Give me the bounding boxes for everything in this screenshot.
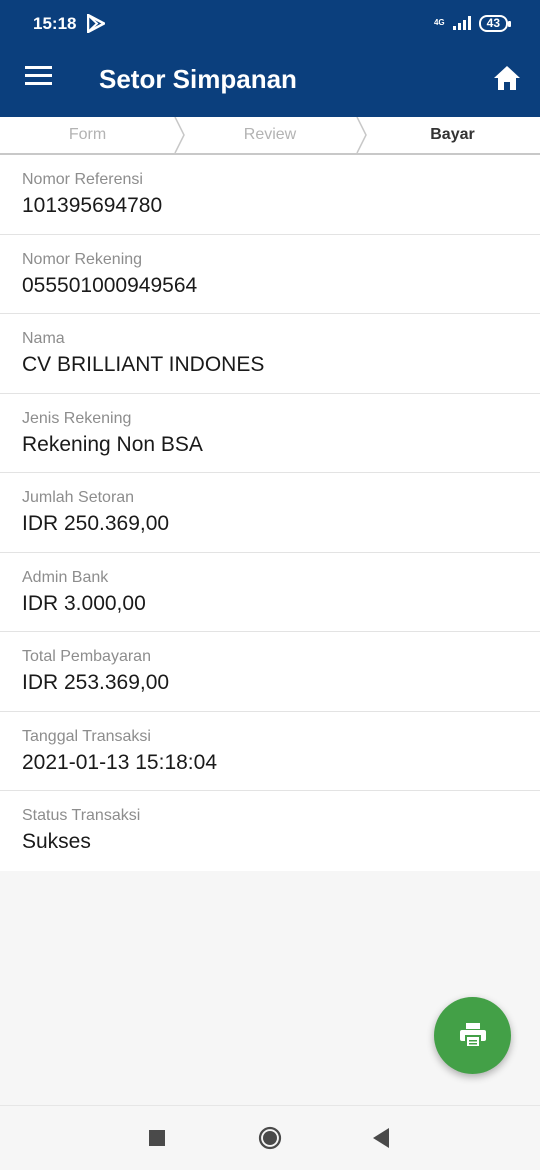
detail-label: Jenis Rekening [22, 409, 132, 427]
hamburger-menu-icon[interactable] [25, 66, 52, 88]
detail-label: Nomor Referensi [22, 171, 143, 188]
system-nav-bar [0, 1105, 540, 1170]
detail-value: CV BRILLIANT INDONES [22, 353, 265, 376]
detail-value: IDR 250.369,00 [22, 512, 170, 535]
step-indicator: Form Review Bayar [0, 117, 540, 155]
detail-label: Nomor Rekening [22, 250, 143, 268]
back-triangle-icon[interactable] [371, 1127, 391, 1149]
detail-row-admin-fee: Admin Bank IDR 3.000,00 [0, 553, 540, 632]
recents-square-icon[interactable] [149, 1130, 165, 1146]
detail-label: Total Pembayaran [22, 648, 151, 665]
detail-value: IDR 3.000,00 [22, 591, 146, 615]
detail-row-account-type: Jenis Rekening Rekening Non BSA [0, 394, 540, 473]
detail-row-total-payment: Total Pembayaran IDR 253.369,00 [0, 632, 540, 712]
play-store-icon [87, 14, 105, 33]
detail-value: 2021-01-13 15:18:04 [22, 750, 217, 774]
home-icon[interactable] [492, 64, 522, 92]
detail-label: Status Transaksi [22, 807, 141, 824]
battery-icon: 43 [478, 14, 512, 32]
detail-row-deposit-amount: Jumlah Setoran IDR 250.369,00 [0, 473, 540, 553]
printer-icon [460, 1023, 486, 1048]
status-indicators: 4G 43 [433, 13, 512, 33]
step-form: Form [68, 126, 107, 143]
home-circle-icon[interactable] [258, 1126, 282, 1150]
page-title: Setor Simpanan [99, 64, 297, 94]
detail-row-account-number: Nomor Rekening 055501000949564 [0, 235, 540, 314]
detail-row-transaction-status: Status Transaksi Sukses [0, 791, 540, 871]
app-bar: Setor Simpanan [0, 40, 540, 117]
detail-value: 101395694780 [22, 194, 163, 217]
detail-value: Rekening Non BSA [22, 432, 203, 456]
detail-row-reference-number: Nomor Referensi 101395694780 [0, 155, 540, 235]
print-button[interactable] [434, 997, 511, 1074]
detail-row-name: Nama CV BRILLIANT INDONES [0, 314, 540, 394]
step-bayar: Bayar [430, 126, 475, 143]
network-type-label: 4G [433, 18, 445, 27]
detail-value: IDR 253.369,00 [22, 671, 170, 694]
transaction-details: Nomor Referensi 101395694780 Nomor Reken… [0, 155, 540, 871]
status-time: 15:18 [33, 14, 77, 33]
signal-strength-icon [452, 16, 471, 30]
detail-value: Sukses [22, 830, 91, 853]
detail-label: Jumlah Setoran [22, 489, 135, 506]
detail-row-transaction-date: Tanggal Transaksi 2021-01-13 15:18:04 [0, 712, 540, 791]
step-review: Review [243, 126, 297, 143]
detail-label: Admin Bank [22, 568, 109, 586]
detail-label: Nama [22, 330, 65, 347]
detail-value: 055501000949564 [22, 273, 198, 297]
detail-label: Tanggal Transaksi [22, 727, 151, 745]
